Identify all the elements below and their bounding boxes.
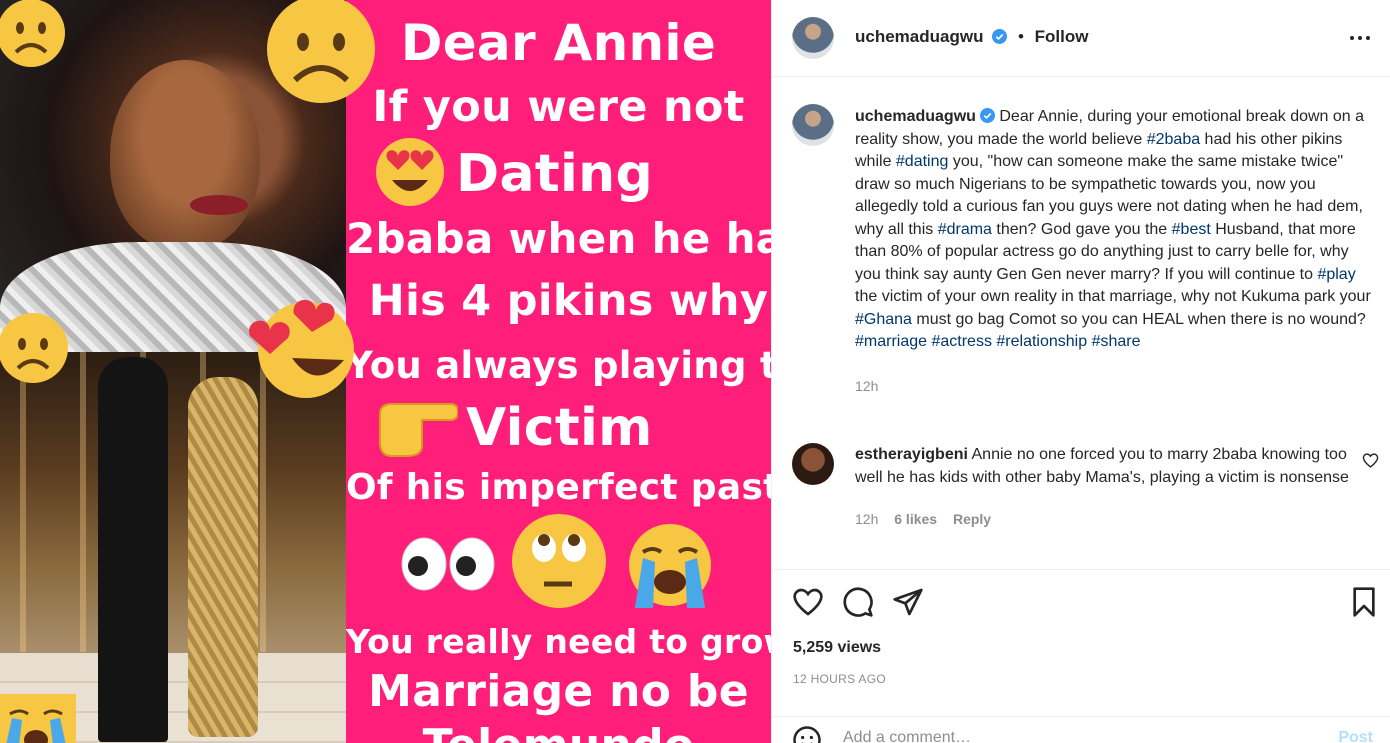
poster-line: You always playing the xyxy=(346,344,771,387)
couple-man xyxy=(98,357,168,742)
comment-likes[interactable]: 6 likes xyxy=(894,511,937,527)
portrait-lips xyxy=(190,195,248,215)
heart-icon[interactable] xyxy=(792,586,824,618)
heart-eyes-emoji-icon xyxy=(246,292,356,400)
caption-text: Dear Annie, during your emotional break … xyxy=(855,108,1371,350)
sad-emoji-icon xyxy=(0,0,68,68)
photo-couple xyxy=(0,352,346,743)
poster-line: Telemundo xyxy=(346,720,771,743)
comment-reply-button[interactable]: Reply xyxy=(953,511,991,527)
post-media[interactable]: Dear Annie If you were not Dating 2baba … xyxy=(0,0,771,743)
heart-eyes-emoji-icon xyxy=(372,132,448,208)
pointing-hand-emoji-icon xyxy=(376,394,458,458)
add-comment-bar: Add a comment… Post xyxy=(772,716,1390,743)
comment-meta: 12h 6 likes Reply xyxy=(855,508,1350,531)
post-header: uchemaduagwu • Follow xyxy=(772,0,1390,77)
sad-emoji-icon xyxy=(0,310,70,386)
caption-text-segment: the victim of your own reality in that m… xyxy=(855,288,1371,305)
hashtag-link[interactable]: #share xyxy=(1092,333,1141,350)
hashtag-link[interactable]: #marriage xyxy=(855,333,927,350)
caption: uchemaduagwu Dear Annie, during your emo… xyxy=(855,106,1375,397)
caption-username[interactable]: uchemaduagwu xyxy=(855,108,976,125)
post-actions: 5,259 views 12 HOURS AGO Add a comment… … xyxy=(772,569,1390,743)
rolling-eyes-emoji-icon xyxy=(510,512,608,610)
bookmark-icon[interactable] xyxy=(1348,586,1380,618)
emoji-icon[interactable] xyxy=(792,725,822,743)
poster-line: You really need to grow up xyxy=(346,622,771,661)
add-comment-input[interactable]: Add a comment… xyxy=(843,729,971,743)
comment-time: 12h xyxy=(855,511,879,527)
header-line: uchemaduagwu • Follow xyxy=(855,27,1088,47)
hashtag-link[interactable]: #drama xyxy=(938,221,992,238)
hashtag-link[interactable]: #best xyxy=(1172,221,1211,238)
hashtag-link[interactable]: #Ghana xyxy=(855,311,912,328)
hashtag-link[interactable]: #2baba xyxy=(1147,131,1200,148)
hashtag-link[interactable]: #play xyxy=(1317,266,1355,283)
comment: estherayigbeni Annie no one forced you t… xyxy=(855,443,1350,531)
post-timestamp: 12 HOURS AGO xyxy=(793,672,886,686)
sad-emoji-icon xyxy=(263,0,379,104)
author-username[interactable]: uchemaduagwu xyxy=(855,27,983,46)
caption-time: 12h xyxy=(855,377,879,394)
eyes-emoji-icon xyxy=(398,536,498,592)
share-icon[interactable] xyxy=(892,586,924,618)
author-avatar[interactable] xyxy=(792,17,834,59)
poster-line: 2baba when he had xyxy=(346,214,771,263)
caption-text-segment: then? God gave you the xyxy=(991,220,1172,238)
hashtag-link[interactable]: #dating xyxy=(896,153,949,170)
poster-line: If you were not xyxy=(372,82,745,132)
follow-button[interactable]: Follow xyxy=(1035,27,1089,46)
comment-like-heart-icon[interactable] xyxy=(1362,452,1379,469)
caption-author-avatar[interactable] xyxy=(792,104,834,146)
poster-line: Of his imperfect past? xyxy=(346,467,771,508)
portrait-face xyxy=(110,60,260,250)
hashtag-link[interactable]: #relationship xyxy=(996,333,1087,350)
verified-icon xyxy=(979,108,995,123)
poster-line: His 4 pikins why xyxy=(368,276,769,326)
post-side-panel: uchemaduagwu • Follow uchemaduagwu Dear … xyxy=(771,0,1390,743)
crying-emoji-icon xyxy=(625,522,715,608)
poster-line: Marriage no be xyxy=(368,666,749,717)
comment-username[interactable]: estherayigbeni xyxy=(855,446,968,463)
comment-icon[interactable] xyxy=(842,586,874,618)
caption-text-segment: must go bag Comot so you can HEAL when t… xyxy=(911,310,1366,328)
commenter-avatar[interactable] xyxy=(792,443,834,485)
view-count[interactable]: 5,259 views xyxy=(793,639,881,657)
poster-line: Dating xyxy=(456,144,653,204)
couple-woman xyxy=(188,377,258,737)
crying-emoji-icon xyxy=(0,694,76,743)
poster-line: Victim xyxy=(466,398,653,458)
more-options-icon[interactable] xyxy=(1347,28,1373,48)
verified-icon xyxy=(992,29,1008,44)
poster-line: Dear Annie xyxy=(400,14,717,72)
separator-dot: • xyxy=(1017,27,1024,46)
poster-text: Dear Annie If you were not Dating 2baba … xyxy=(346,0,771,743)
hashtag-link[interactable]: #actress xyxy=(931,333,991,350)
post-comment-button[interactable]: Post xyxy=(1338,729,1373,743)
